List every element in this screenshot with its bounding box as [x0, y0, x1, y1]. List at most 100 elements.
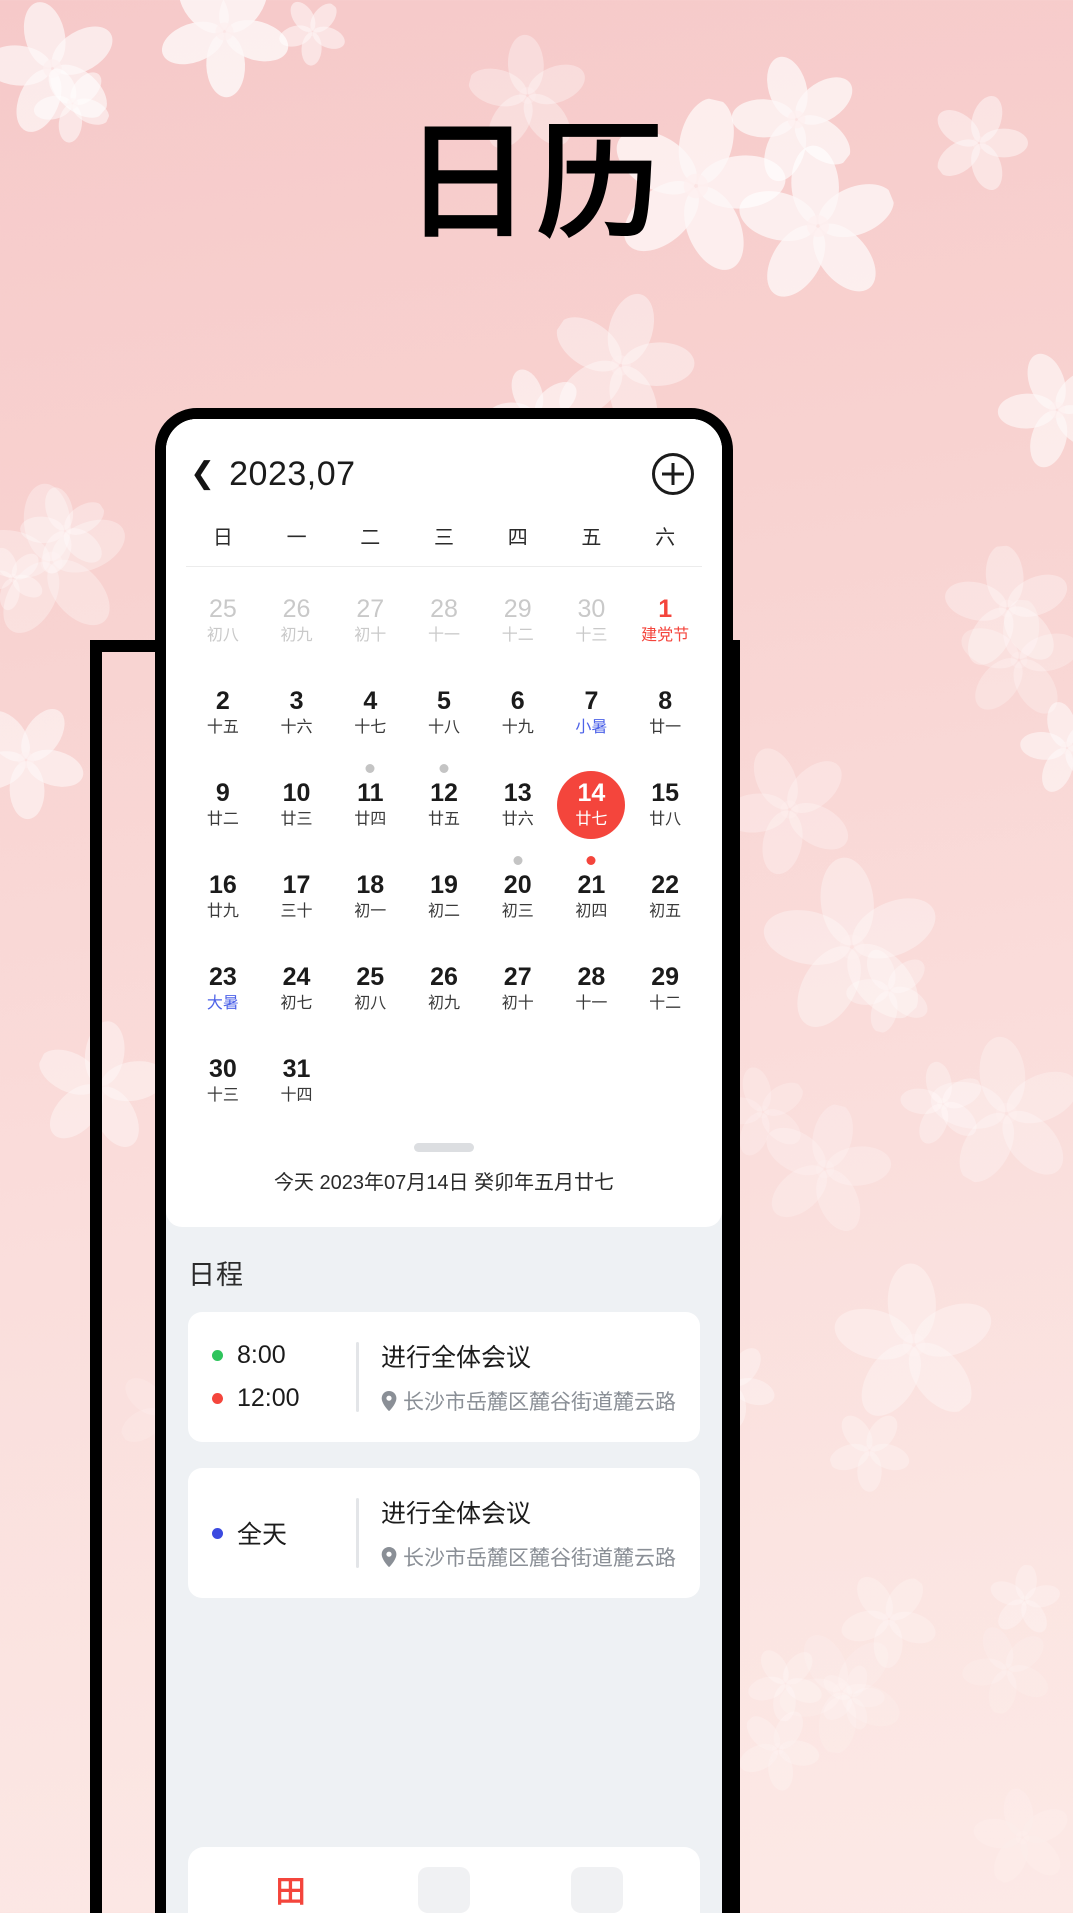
day-cell[interactable]: 27 初十 — [481, 945, 555, 1033]
day-cell[interactable]: 30 十三 — [186, 1037, 260, 1125]
day-cell[interactable]: 30 十三 — [555, 577, 629, 665]
calendar-drag-handle[interactable] — [414, 1143, 474, 1152]
device-rail-left — [90, 640, 102, 1913]
day-number: 15 — [651, 778, 680, 807]
day-cell[interactable]: 7 小暑 — [555, 669, 629, 757]
calendar-day-grid: 25 初八 26 初九 27 初十 28 十一 29 十二 30 十三 1 建党节 2 十五 3 十六 4 十七 5 十八… — [186, 567, 702, 1125]
day-number: 5 — [437, 686, 451, 715]
day-number: 23 — [208, 962, 237, 991]
day-cell[interactable]: 3 十六 — [260, 669, 334, 757]
day-cell[interactable]: 2 十五 — [186, 669, 260, 757]
day-cell[interactable]: 21 初四 — [555, 853, 629, 941]
day-cell[interactable]: 5 十八 — [407, 669, 481, 757]
day-lunar-label: 廿九 — [206, 903, 239, 921]
day-cell[interactable]: 12 廿五 — [407, 761, 481, 849]
chevron-left-icon[interactable]: ❮ — [190, 459, 215, 489]
day-cell[interactable]: 18 初一 — [333, 853, 407, 941]
day-cell[interactable]: 24 初七 — [260, 945, 334, 1033]
day-number: 22 — [651, 870, 680, 899]
day-number: 26 — [430, 962, 458, 991]
day-cell[interactable]: 15 廿八 — [628, 761, 702, 849]
event-body: 进行全体会议长沙市岳麓区麓谷街道麓云路 — [381, 1494, 682, 1572]
sakura-petal — [728, 823, 977, 1072]
day-number: 30 — [208, 1054, 237, 1083]
sakura-petal — [838, 939, 941, 1042]
day-number: 27 — [356, 594, 385, 623]
day-number: 8 — [658, 686, 673, 715]
day-cell[interactable]: 19 初二 — [407, 853, 481, 941]
event-time-row: 8:00 — [212, 1341, 356, 1370]
bottom-item-calendar-icon[interactable]: 田 — [265, 1867, 317, 1913]
event-title: 进行全体会议 — [381, 1500, 532, 1528]
day-cell[interactable]: 29 十二 — [628, 945, 702, 1033]
weekday-label-3: 三 — [433, 527, 454, 549]
day-number: 10 — [282, 778, 311, 807]
day-number: 13 — [503, 778, 532, 807]
day-number: 2 — [215, 686, 230, 715]
day-cell[interactable]: 22 初五 — [628, 853, 702, 941]
day-lunar-label: 十二 — [501, 627, 534, 645]
day-number: 9 — [215, 778, 230, 807]
day-lunar-label: 十九 — [501, 719, 534, 737]
sakura-petal — [886, 1047, 1000, 1161]
day-cell[interactable]: 26 初九 — [260, 577, 334, 665]
day-lunar-label: 小暑 — [575, 719, 608, 737]
day-lunar-label: 初一 — [354, 903, 387, 921]
day-cell[interactable]: 17 三十 — [260, 853, 334, 941]
day-cell[interactable]: 31 十四 — [260, 1037, 334, 1125]
weekday-label-4: 四 — [507, 527, 528, 549]
day-cell[interactable]: 20 初三 — [481, 853, 555, 941]
event-time-row: 12:00 — [212, 1384, 356, 1413]
calendar-month-title[interactable]: 2023,07 — [229, 455, 355, 494]
day-cell[interactable]: 29 十二 — [481, 577, 555, 665]
day-cell[interactable]: 16 廿九 — [186, 853, 260, 941]
day-lunar-label: 廿四 — [354, 811, 387, 829]
day-cell[interactable]: 9 廿二 — [186, 761, 260, 849]
day-cell[interactable]: 13 廿六 — [481, 761, 555, 849]
day-number: 31 — [282, 1054, 311, 1083]
bottom-tool-card[interactable]: 田 — [188, 1847, 700, 1913]
day-number: 25 — [356, 962, 385, 991]
day-cell[interactable]: 10 廿三 — [260, 761, 334, 849]
day-cell[interactable]: 26 初九 — [407, 945, 481, 1033]
day-lunar-label: 建党节 — [641, 627, 690, 645]
day-lunar-label: 初四 — [575, 903, 608, 921]
day-cell[interactable]: 4 十七 — [333, 669, 407, 757]
sakura-petal — [801, 1232, 1026, 1457]
location-pin-icon — [381, 1547, 397, 1567]
day-cell[interactable]: 1 建党节 — [628, 577, 702, 665]
event-card[interactable]: 全天 进行全体会议 长沙市岳麓区麓谷街道麓云路 — [188, 1468, 700, 1598]
event-indicator-dot — [439, 764, 449, 773]
sakura-petal — [0, 685, 100, 834]
day-number: 29 — [503, 594, 532, 623]
phone-frame: ❮ 2023,07 日一二三四五六 25 初八 26 初九 27 初十 28 十一 29 十二 30… — [155, 408, 733, 1913]
sakura-petal — [818, 1399, 920, 1501]
day-lunar-label: 初八 — [206, 627, 239, 645]
day-number: 27 — [503, 962, 532, 991]
plus-circle-icon[interactable] — [652, 453, 694, 495]
day-cell[interactable]: 11 廿四 — [333, 761, 407, 849]
bottom-item-placeholder-3[interactable] — [571, 1867, 624, 1913]
sakura-petal — [955, 1616, 1061, 1722]
day-cell[interactable]: 14 廿七 — [555, 761, 629, 849]
sakura-petal — [773, 1623, 910, 1760]
day-cell[interactable]: 28 十一 — [407, 577, 481, 665]
day-cell[interactable]: 28 十一 — [555, 945, 629, 1033]
day-cell[interactable]: 6 十九 — [481, 669, 555, 757]
event-location-text: 长沙市岳麓区麓谷街道麓云路 — [403, 1547, 676, 1570]
day-cell[interactable]: 25 初八 — [333, 945, 407, 1033]
day-number: 28 — [430, 594, 458, 623]
weekday-label-1: 一 — [286, 527, 307, 549]
day-cell[interactable]: 8 廿一 — [628, 669, 702, 757]
day-cell[interactable]: 27 初十 — [333, 577, 407, 665]
day-cell[interactable]: 25 初八 — [186, 577, 260, 665]
bottom-item-placeholder-2[interactable] — [417, 1867, 470, 1913]
day-lunar-label: 廿五 — [427, 811, 460, 829]
event-card[interactable]: 8:00 12:00 进行全体会议 长沙市岳麓区麓谷街道麓云路 — [188, 1312, 700, 1442]
day-cell[interactable]: 23 大暑 — [186, 945, 260, 1033]
day-cell-empty — [333, 1037, 407, 1125]
day-number: 18 — [356, 870, 385, 899]
day-number: 28 — [577, 962, 606, 991]
event-location-text: 长沙市岳麓区麓谷街道麓云路 — [403, 1391, 676, 1414]
day-number: 17 — [282, 870, 311, 899]
